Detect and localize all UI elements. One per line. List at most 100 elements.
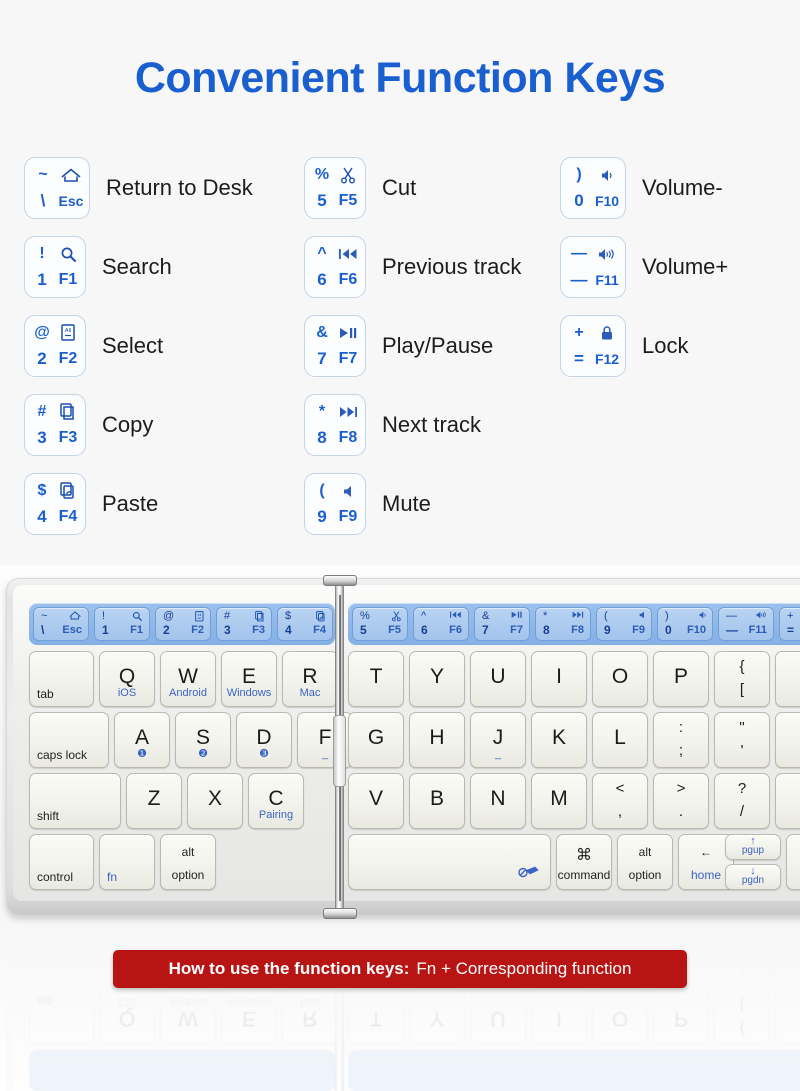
kb-key-h[interactable]: H bbox=[409, 712, 465, 768]
kb-key--[interactable]: :; bbox=[653, 712, 709, 768]
arrow-key-cluster: ↑ pgup ↓ pgdn bbox=[725, 834, 781, 894]
kb-key-l[interactable]: L bbox=[592, 712, 648, 768]
kb-key-x[interactable]: X bbox=[187, 773, 243, 829]
kb-key-pgdn[interactable]: ↓ pgdn bbox=[725, 864, 781, 890]
kb-key-s[interactable]: S❷ bbox=[175, 712, 231, 768]
kb-fkey-f9[interactable]: (9 F9 bbox=[596, 607, 652, 641]
legend-row: $4 F4 Paste bbox=[24, 464, 290, 543]
legend-function-label: Search bbox=[102, 253, 172, 279]
fkey-shift-symbol: @ bbox=[163, 610, 175, 622]
kb-fkey-f1[interactable]: ! 1 F1 bbox=[94, 607, 150, 641]
arrow-key-right[interactable]: → bbox=[786, 834, 800, 890]
legend-keycap-f4[interactable]: $4 F4 bbox=[24, 472, 86, 535]
legend-keycap-f8[interactable]: * 8 F8 bbox=[304, 393, 366, 456]
kb-key-m[interactable]: M bbox=[531, 773, 587, 829]
kb-key-z[interactable]: Z bbox=[126, 773, 182, 829]
function-row-right: %5 F5 ^6 F6 &7 F7 *8 F8 (9 F9)0 F10 —— F11 +=F12 bbox=[352, 607, 800, 641]
kb-key-shift[interactable]: shift bbox=[29, 773, 121, 829]
kb-key-i[interactable]: I bbox=[531, 651, 587, 707]
kb-key-fn[interactable]: fn bbox=[99, 834, 155, 890]
kb-key-c[interactable]: CPairing bbox=[248, 773, 304, 829]
legend-keycap-f12[interactable]: + = F12 bbox=[560, 314, 626, 377]
kb-fkey-f2[interactable]: @ All 2 F2 bbox=[155, 607, 211, 641]
key-base-symbol: [ bbox=[739, 681, 745, 698]
kb-key-y[interactable]: Y bbox=[409, 651, 465, 707]
legend-keycap-f5[interactable]: % 5 F5 bbox=[304, 156, 366, 219]
key-letter: E bbox=[241, 665, 256, 688]
function-key-legend: ~ \ Esc Return to Desk! 1 F1 Search @ All 2 F2 Sele… bbox=[0, 148, 800, 563]
kb-key-a[interactable]: A❶ bbox=[114, 712, 170, 768]
kb-key-e[interactable]: E Windows bbox=[221, 651, 277, 707]
kb-key-t[interactable]: T bbox=[348, 651, 404, 707]
keycap-fn-label: F9 bbox=[338, 507, 358, 525]
kb-key-alt[interactable]: alt option bbox=[160, 834, 216, 890]
spacebar-key[interactable] bbox=[348, 834, 551, 890]
scissors-icon bbox=[391, 611, 401, 622]
kb-key--[interactable]: }] bbox=[775, 651, 800, 707]
kb-key-g[interactable]: G bbox=[348, 712, 404, 768]
kb-key-k[interactable]: K bbox=[531, 712, 587, 768]
volume-down-icon bbox=[601, 169, 613, 182]
kb-key-enter[interactable]: enterreturn bbox=[775, 712, 800, 768]
kb-fkey-f11[interactable]: — — F11 bbox=[718, 607, 774, 641]
kb-key--[interactable]: >. bbox=[653, 773, 709, 829]
kb-fkey-f7[interactable]: & 7 F7 bbox=[474, 607, 530, 641]
kb-key--[interactable]: " ' bbox=[714, 712, 770, 768]
keycap-fn-label: F11 bbox=[595, 271, 619, 288]
legend-keycap-f7[interactable]: & 7 F7 bbox=[304, 314, 366, 377]
kb-key--[interactable]: ⌘ command bbox=[556, 834, 612, 890]
kb-fkey-f8[interactable]: * 8 F8 bbox=[535, 607, 591, 641]
kb-key-b[interactable]: B bbox=[409, 773, 465, 829]
kb-key-j[interactable]: J_ bbox=[470, 712, 526, 768]
legend-keycap-f11[interactable]: — — F11 bbox=[560, 235, 626, 298]
legend-keycap-f10[interactable]: ) 0 F10 bbox=[560, 156, 626, 219]
kb-fkey-f10[interactable]: ) 0 F10 bbox=[657, 607, 713, 641]
legend-row: & 7 F7 Play/Pause bbox=[304, 306, 560, 385]
keycap-fn-label: F12 bbox=[594, 350, 620, 367]
kb-key-shift[interactable]: shift bbox=[775, 773, 800, 829]
legend-keycap-f1[interactable]: ! 1 F1 bbox=[24, 235, 86, 298]
key-sublabel: Pairing bbox=[258, 809, 294, 821]
legend-keycap-f9[interactable]: (9 F9 bbox=[304, 472, 366, 535]
lock-icon bbox=[601, 326, 613, 340]
kb-key--[interactable]: ? / bbox=[714, 773, 770, 829]
kb-key-caps-lock[interactable]: caps lock bbox=[29, 712, 109, 768]
kb-key-u[interactable]: U bbox=[470, 651, 526, 707]
kb-fkey-f4[interactable]: $4 F4 bbox=[277, 607, 333, 641]
legend-keycap-esc[interactable]: ~ \ Esc bbox=[24, 156, 90, 219]
kb-key-w[interactable]: W Android bbox=[160, 651, 216, 707]
kb-key-control[interactable]: control bbox=[29, 834, 94, 890]
legend-keycap-f6[interactable]: ^ 6 F6 bbox=[304, 235, 366, 298]
key-sublabel: Android bbox=[169, 687, 207, 699]
search-icon bbox=[60, 246, 77, 263]
kb-fkey-esc[interactable]: ~ \ Esc bbox=[33, 607, 89, 641]
paste-icon bbox=[316, 611, 326, 622]
fkey-shift-symbol: ( bbox=[604, 610, 608, 622]
fkey-base-symbol: 3 bbox=[224, 623, 231, 637]
kb-key-tab[interactable]: tab bbox=[29, 651, 94, 707]
legend-keycap-f3[interactable]: #3 F3 bbox=[24, 393, 86, 456]
kb-key-d[interactable]: D❸ bbox=[236, 712, 292, 768]
legend-row: * 8 F8 Next track bbox=[304, 385, 560, 464]
kb-key-alt[interactable]: alt option bbox=[617, 834, 673, 890]
key-letter: H bbox=[429, 726, 445, 749]
kb-fkey-f5[interactable]: % 5 F5 bbox=[352, 607, 408, 641]
kb-key--[interactable]: <, bbox=[592, 773, 648, 829]
keyboard-row-a-right: G H J_KL:;"'enterreturn bbox=[348, 712, 800, 768]
key-letter: G bbox=[367, 726, 385, 749]
kb-fkey-f3[interactable]: #3 F3 bbox=[216, 607, 272, 641]
kb-key-n[interactable]: N bbox=[470, 773, 526, 829]
kb-fkey-f6[interactable]: ^ 6 F6 bbox=[413, 607, 469, 641]
fkey-fn-label: F3 bbox=[252, 624, 265, 636]
kb-key-r[interactable]: R Mac bbox=[282, 651, 338, 707]
kb-key--[interactable]: {[ bbox=[714, 651, 770, 707]
kb-key-v[interactable]: V bbox=[348, 773, 404, 829]
kb-key-q[interactable]: QiOS bbox=[99, 651, 155, 707]
kb-key-pgup[interactable]: ↑ pgup bbox=[725, 834, 781, 860]
keycap-base-symbol: 6 bbox=[317, 270, 327, 290]
fkey-base-symbol: 6 bbox=[421, 623, 428, 637]
legend-keycap-f2[interactable]: @ All 2 F2 bbox=[24, 314, 86, 377]
kb-fkey-f12[interactable]: +=F12 bbox=[779, 607, 800, 641]
kb-key-p[interactable]: P bbox=[653, 651, 709, 707]
kb-key-o[interactable]: O bbox=[592, 651, 648, 707]
